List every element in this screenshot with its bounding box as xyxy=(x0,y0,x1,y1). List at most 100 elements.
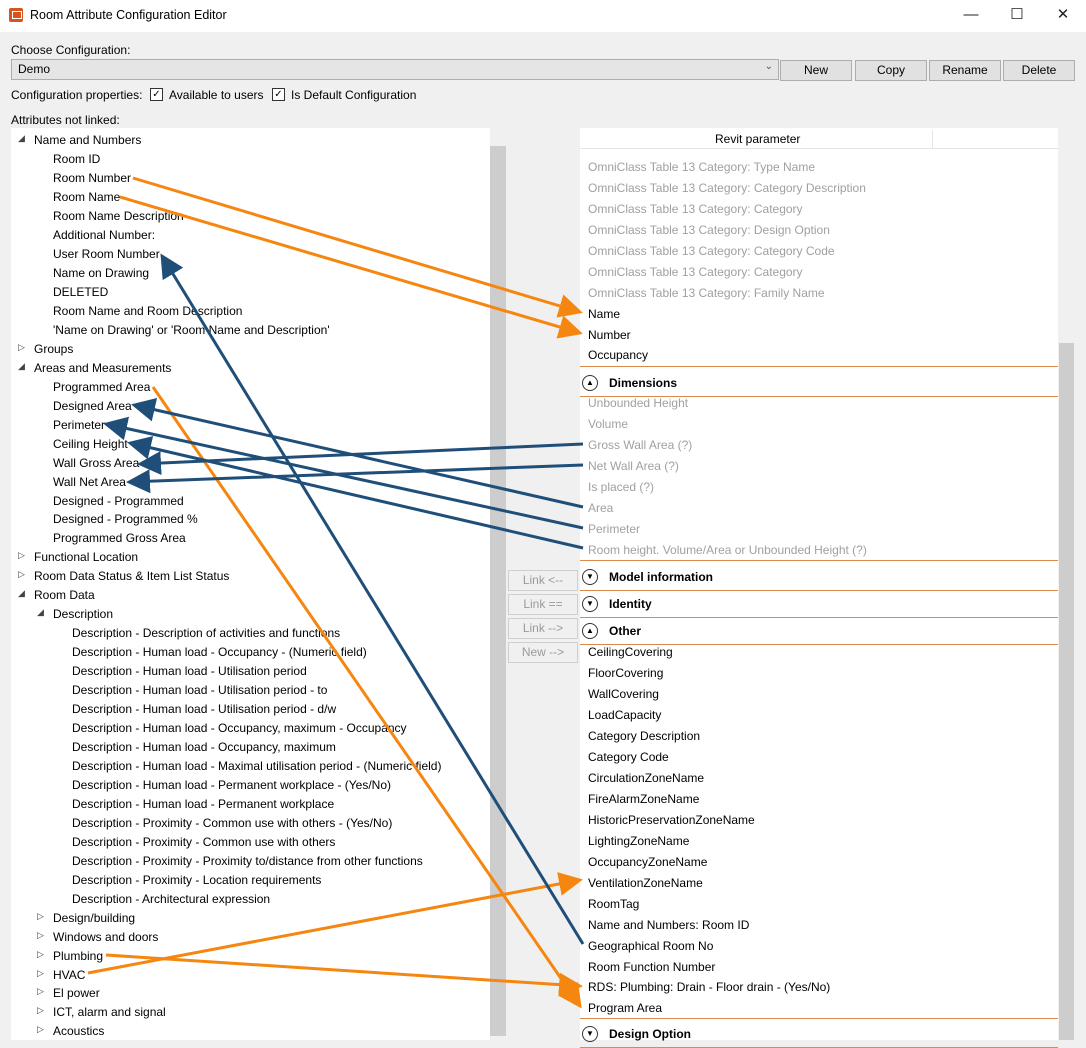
parameter-item[interactable]: LightingZoneName xyxy=(588,834,689,848)
tree-node[interactable]: ◢ Room Data xyxy=(18,588,95,602)
collapse-arrow-icon[interactable]: ◢ xyxy=(37,607,44,618)
collapse-arrow-icon[interactable]: ◢ xyxy=(18,361,25,372)
rename-button[interactable]: Rename xyxy=(929,60,1001,81)
parameter-item[interactable]: Name xyxy=(588,307,620,321)
tree-node[interactable]: ▷ Acoustics xyxy=(37,1024,104,1038)
parameter-item[interactable]: OmniClass Table 13 Category: Family Name xyxy=(588,286,825,300)
group-header[interactable]: ▲ Other xyxy=(580,618,1058,645)
parameter-item[interactable]: Area xyxy=(588,501,613,515)
parameter-item[interactable]: OccupancyZoneName xyxy=(588,855,707,869)
parameter-item[interactable]: Net Wall Area (?) xyxy=(588,459,679,473)
collapse-group-icon[interactable]: ▲ xyxy=(582,623,598,639)
tree-node[interactable]: Wall Gross Area xyxy=(53,456,139,470)
expand-arrow-icon[interactable]: ▷ xyxy=(37,986,44,997)
group-header[interactable]: ▼ Identity xyxy=(580,591,1058,618)
parameter-item[interactable]: Occupancy xyxy=(588,348,648,362)
tree-node[interactable]: Description - Proximity - Proximity to/d… xyxy=(72,854,423,868)
tree-node[interactable]: ▷ ICT, alarm and signal xyxy=(37,1005,166,1019)
tree-node[interactable]: ▷ Room Data Status & Item List Status xyxy=(18,569,229,583)
parameter-item[interactable]: LoadCapacity xyxy=(588,708,661,722)
tree-node[interactable]: ▷ Functional Location xyxy=(18,550,138,564)
parameter-item[interactable]: WallCovering xyxy=(588,687,659,701)
parameter-item[interactable]: OmniClass Table 13 Category: Type Name xyxy=(588,160,815,174)
parameter-item[interactable]: CirculationZoneName xyxy=(588,771,704,785)
parameter-item[interactable]: Unbounded Height xyxy=(588,396,688,410)
tree-node[interactable]: Room Number xyxy=(53,171,131,185)
tree-node[interactable]: Description - Human load - Occupancy - (… xyxy=(72,645,367,659)
parameter-item[interactable]: Gross Wall Area (?) xyxy=(588,438,692,452)
tree-node[interactable]: ▷ Design/building xyxy=(37,911,135,925)
expand-group-icon[interactable]: ▼ xyxy=(582,596,598,612)
configuration-select[interactable]: Demo ⌄ xyxy=(11,59,779,80)
expand-arrow-icon[interactable]: ▷ xyxy=(37,911,44,922)
tree-node[interactable]: Room Name and Room Description xyxy=(53,304,242,318)
parameter-item[interactable]: Category Code xyxy=(588,750,669,764)
expand-arrow-icon[interactable]: ▷ xyxy=(37,968,44,979)
new-button[interactable]: New xyxy=(780,60,852,81)
right-scrollbar[interactable] xyxy=(1058,128,1075,1040)
parameter-item[interactable]: Name and Numbers: Room ID xyxy=(588,918,749,932)
parameter-item[interactable]: FireAlarmZoneName xyxy=(588,792,699,806)
parameter-item[interactable]: Program Area xyxy=(588,1001,662,1015)
parameter-item[interactable]: OmniClass Table 13 Category: Category xyxy=(588,265,803,279)
group-header[interactable]: ▼ Model information xyxy=(580,564,1058,591)
available-checkbox[interactable]: ✓ xyxy=(150,88,163,101)
tree-node[interactable]: ◢ Areas and Measurements xyxy=(18,361,171,375)
expand-arrow-icon[interactable]: ▷ xyxy=(18,550,25,561)
expand-arrow-icon[interactable]: ▷ xyxy=(37,930,44,941)
parameter-item[interactable]: RoomTag xyxy=(588,897,639,911)
tree-node[interactable]: Designed - Programmed % xyxy=(53,512,198,526)
parameter-item[interactable]: VentilationZoneName xyxy=(588,876,703,890)
link-right-button[interactable]: Link --> xyxy=(508,618,578,639)
tree-node[interactable]: ▷ Groups xyxy=(18,342,73,356)
new-right-button[interactable]: New --> xyxy=(508,642,578,663)
parameter-item[interactable]: OmniClass Table 13 Category: Category xyxy=(588,202,803,216)
tree-node[interactable]: Wall Net Area xyxy=(53,475,126,489)
parameter-item[interactable]: Room height. Volume/Area or Unbounded He… xyxy=(588,543,867,557)
tree-node[interactable]: Description - Human load - Utilisation p… xyxy=(72,702,336,716)
tree-node[interactable]: Perimeter xyxy=(53,418,105,432)
collapse-group-icon[interactable]: ▲ xyxy=(582,375,598,391)
tree-node[interactable]: Name on Drawing xyxy=(53,266,149,280)
parameter-item[interactable]: OmniClass Table 13 Category: Design Opti… xyxy=(588,223,830,237)
group-header[interactable]: ▼ Design Option xyxy=(580,1021,1058,1048)
parameter-item[interactable]: OmniClass Table 13 Category: Category Co… xyxy=(588,244,835,258)
parameter-item[interactable]: OmniClass Table 13 Category: Category De… xyxy=(588,181,866,195)
collapse-arrow-icon[interactable]: ◢ xyxy=(18,588,25,599)
parameter-item[interactable]: RDS: Plumbing: Drain - Floor drain - (Ye… xyxy=(588,980,830,994)
group-header[interactable]: ▲ Dimensions xyxy=(580,370,1058,397)
tree-node[interactable]: Description - Human load - Permanent wor… xyxy=(72,797,334,811)
close-button[interactable]: ✕ xyxy=(1040,0,1086,32)
parameter-item[interactable]: HistoricPreservationZoneName xyxy=(588,813,755,827)
parameter-item[interactable]: Number xyxy=(588,328,631,342)
tree-node[interactable]: Description - Proximity - Location requi… xyxy=(72,873,321,887)
tree-node[interactable]: 'Name on Drawing' or 'Room Name and Desc… xyxy=(53,323,330,337)
tree-node[interactable]: Description - Human load - Utilisation p… xyxy=(72,664,307,678)
parameter-item[interactable]: CeilingCovering xyxy=(588,645,673,659)
tree-node[interactable]: Description - Human load - Occupancy, ma… xyxy=(72,721,407,735)
collapse-arrow-icon[interactable]: ◢ xyxy=(18,133,25,144)
tree-node[interactable]: Description - Human load - Permanent wor… xyxy=(72,778,391,792)
minimize-button[interactable]: — xyxy=(948,0,994,32)
tree-node[interactable]: User Room Number xyxy=(53,247,160,261)
tree-node[interactable]: ◢ Description xyxy=(37,607,113,621)
parameter-item[interactable]: Category Description xyxy=(588,729,700,743)
right-scroll-thumb[interactable] xyxy=(1059,343,1074,1040)
tree-node[interactable]: Description - Proximity - Common use wit… xyxy=(72,835,335,849)
parameter-item[interactable]: FloorCovering xyxy=(588,666,663,680)
parameter-item[interactable]: Geographical Room No xyxy=(588,939,713,953)
delete-button[interactable]: Delete xyxy=(1003,60,1075,81)
parameter-item[interactable]: Room Function Number xyxy=(588,960,715,974)
tree-node[interactable]: ▷ Windows and doors xyxy=(37,930,158,944)
tree-node[interactable]: ▷ HVAC xyxy=(37,968,85,982)
link-equal-button[interactable]: Link == xyxy=(508,594,578,615)
expand-arrow-icon[interactable]: ▷ xyxy=(18,342,25,353)
tree-node[interactable]: ▷ El power xyxy=(37,986,100,1000)
tree-node[interactable]: Description - Proximity - Common use wit… xyxy=(72,816,392,830)
tree-node[interactable]: Programmed Gross Area xyxy=(53,531,186,545)
expand-group-icon[interactable]: ▼ xyxy=(582,569,598,585)
default-checkbox[interactable]: ✓ xyxy=(272,88,285,101)
left-scrollbar[interactable] xyxy=(490,128,506,1040)
tree-node[interactable]: Description - Human load - Utilisation p… xyxy=(72,683,327,697)
expand-arrow-icon[interactable]: ▷ xyxy=(18,569,25,580)
